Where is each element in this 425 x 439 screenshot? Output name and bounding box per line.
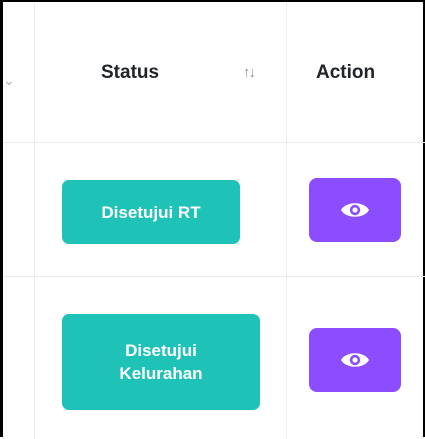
column-header-status[interactable]: Status	[101, 62, 159, 84]
sort-arrows-icon[interactable]: ↑↓	[243, 64, 256, 81]
eye-icon	[341, 353, 369, 367]
column-divider	[34, 2, 35, 439]
view-button[interactable]	[309, 328, 401, 392]
view-button[interactable]	[309, 178, 401, 242]
status-badge-label: Disetujui Kelurahan	[119, 341, 203, 383]
sort-icon[interactable]: ⌄	[3, 72, 15, 89]
eye-icon	[341, 203, 369, 217]
column-header-action: Action	[316, 62, 376, 83]
table-container: ⌄ Status ↑↓ Action Disetujui RT Disetuju…	[0, 0, 425, 439]
status-badge: Disetujui RT	[62, 180, 240, 244]
column-divider	[286, 2, 287, 439]
status-badge-label: Disetujui RT	[101, 202, 201, 222]
header-divider	[3, 142, 425, 143]
status-badge: Disetujui Kelurahan	[62, 314, 260, 410]
row-divider	[3, 276, 425, 277]
